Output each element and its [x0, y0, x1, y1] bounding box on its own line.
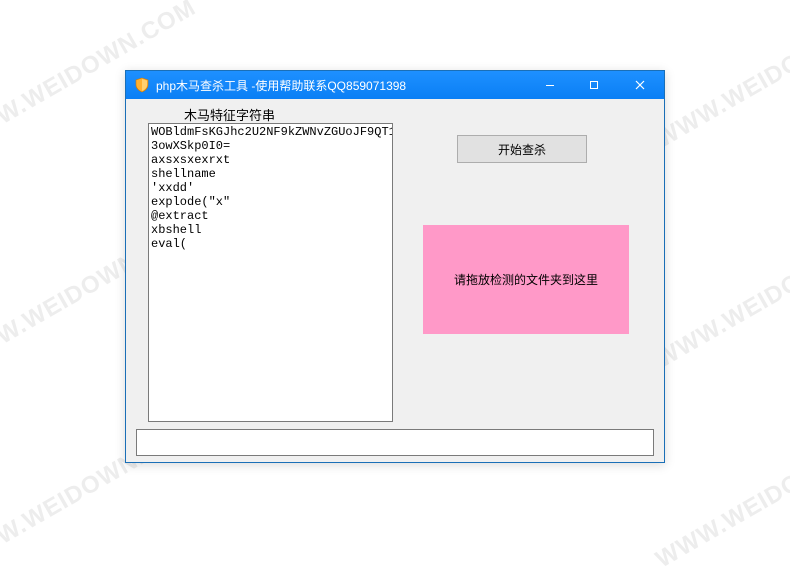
result-output[interactable]	[136, 429, 654, 456]
minimize-button[interactable]	[528, 71, 572, 99]
window-title: php木马查杀工具 -使用帮助联系QQ859071398	[156, 77, 406, 94]
watermark: WWW.WEIDOWN.COM	[651, 0, 790, 154]
maximize-button[interactable]	[572, 71, 616, 99]
watermark: WWW.WEIDOWN.COM	[651, 214, 790, 374]
drop-zone-text: 请拖放检测的文件夹到这里	[454, 271, 598, 288]
titlebar[interactable]: php木马查杀工具 -使用帮助联系QQ859071398	[126, 71, 664, 99]
signature-label: 木马特征字符串	[184, 105, 275, 124]
close-button[interactable]	[616, 71, 664, 99]
app-shield-icon	[134, 77, 150, 93]
drop-folder-zone[interactable]: 请拖放检测的文件夹到这里	[423, 225, 629, 334]
app-window: php木马查杀工具 -使用帮助联系QQ859071398 木马特征字符串 WOB…	[125, 70, 665, 463]
client-area: 木马特征字符串 WOBldmFsKGJhc2U2NF9kZWNvZGUoJF9Q…	[126, 99, 664, 462]
window-controls	[528, 71, 664, 99]
signature-textarea[interactable]: WOBldmFsKGJhc2U2NF9kZWNvZGUoJF9QT1NUW 3o…	[148, 123, 393, 422]
start-scan-button[interactable]: 开始查杀	[457, 135, 587, 163]
watermark: WWW.WEIDOWN.COM	[651, 414, 790, 574]
